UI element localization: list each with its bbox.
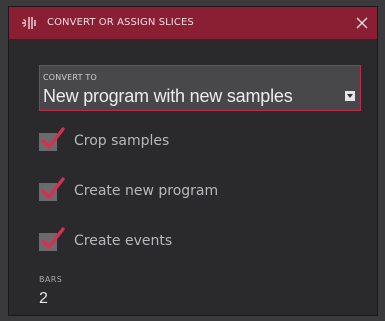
convert-to-dropdown[interactable]: CONVERT TO New program with new samples [39,65,361,111]
convert-to-label: CONVERT TO [43,73,97,82]
crop-samples-label: Crop samples [74,133,170,149]
crop-samples-option[interactable]: Crop samples [39,127,339,159]
convert-to-value: New program with new samples [43,86,293,106]
checkmark-icon [41,227,65,249]
checkmark-icon [41,177,65,199]
checkmark-icon [41,127,65,149]
close-icon[interactable] [353,14,371,32]
create-new-program-option[interactable]: Create new program [39,177,339,209]
bars-value[interactable]: 2 [39,290,48,308]
bars-label: BARS [39,275,63,284]
dialog-title: CONVERT OR ASSIGN SLICES [47,17,194,28]
dialog-titlebar: CONVERT OR ASSIGN SLICES [9,7,377,39]
slices-icon [22,17,36,29]
chevron-down-icon[interactable] [345,91,355,101]
create-new-program-label: Create new program [74,183,219,199]
create-events-label: Create events [74,233,173,249]
convert-slices-dialog: CONVERT OR ASSIGN SLICES CONVERT TO New … [8,6,378,316]
create-events-option[interactable]: Create events [39,227,339,259]
